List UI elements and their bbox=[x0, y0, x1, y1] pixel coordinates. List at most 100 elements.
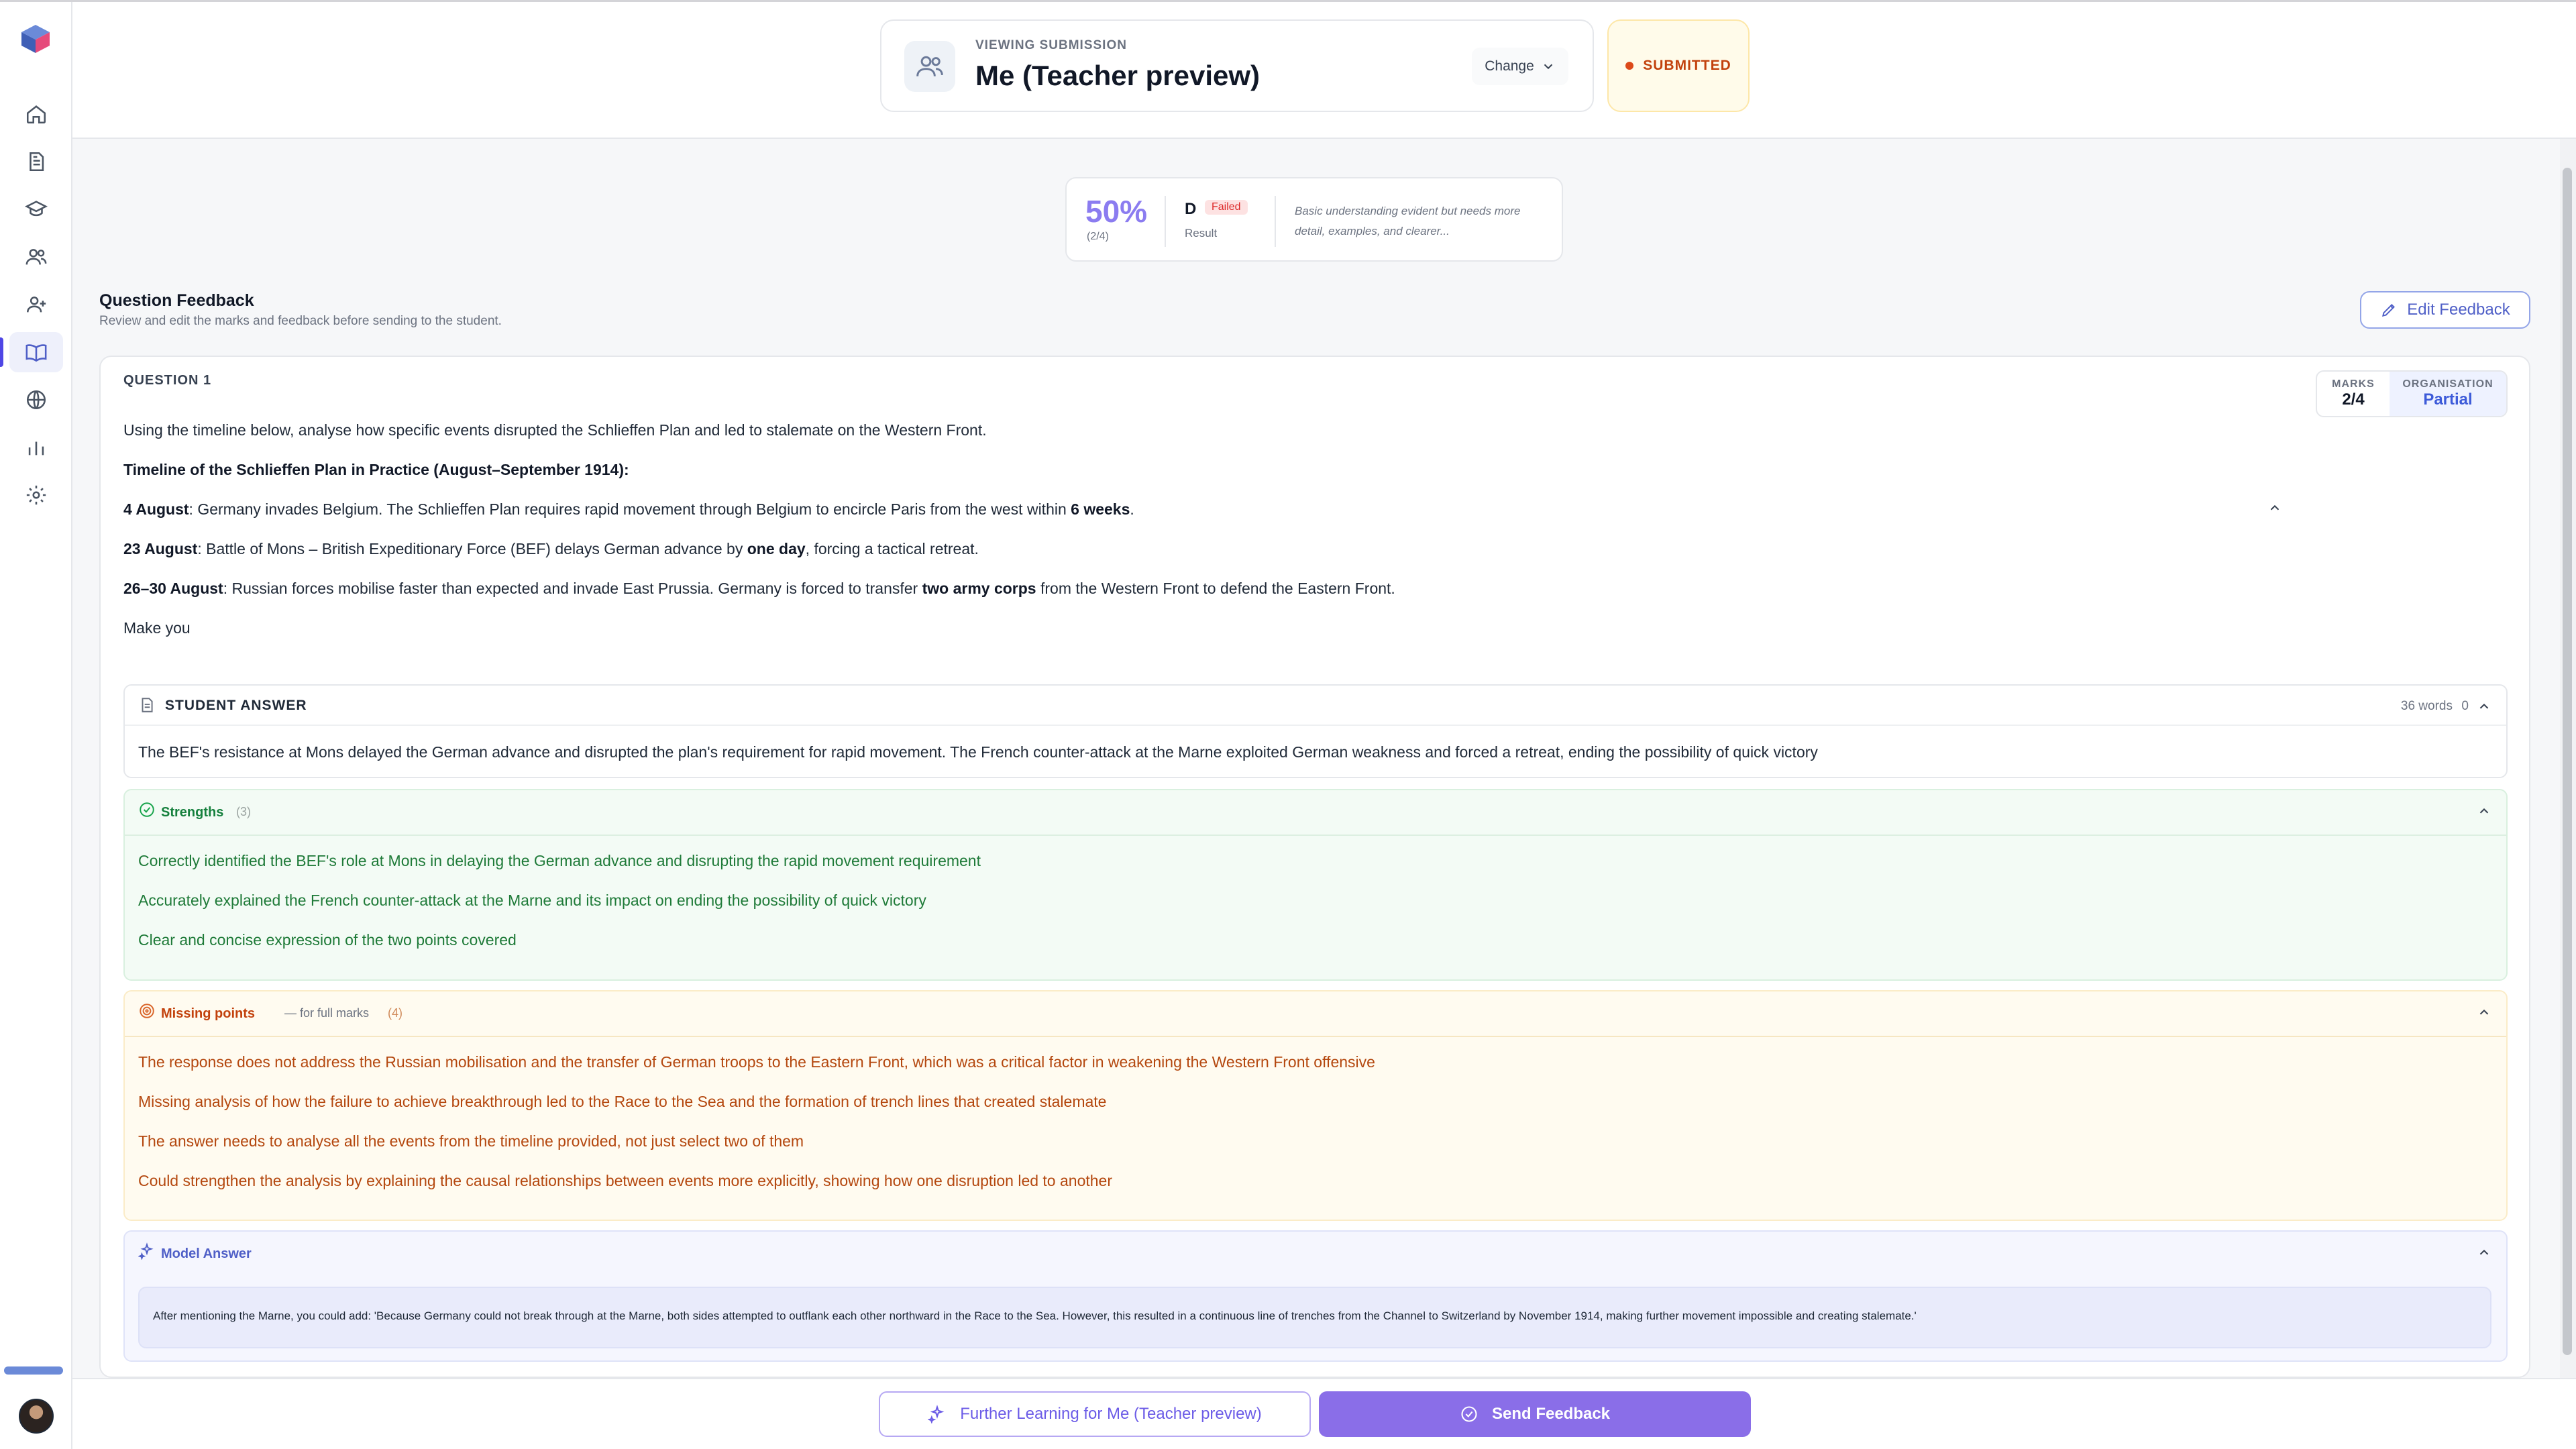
further-learning-label: Further Learning for Me (Teacher preview… bbox=[960, 1405, 1262, 1423]
question-feedback-subtitle: Review and edit the marks and feedback b… bbox=[99, 314, 502, 328]
strength-item: Clear and concise expression of the two … bbox=[138, 931, 517, 949]
chevron-up-icon[interactable] bbox=[2477, 1005, 2491, 1020]
strengths-panel: Strengths (3) Correctly identified the B… bbox=[123, 789, 2508, 981]
timeline-text: from the Western Front to defend the Eas… bbox=[1036, 580, 1395, 597]
score-summary-card: 50% (2/4) D Failed Result Basic understa… bbox=[1065, 177, 1563, 262]
sidebar-item-students[interactable] bbox=[9, 237, 63, 277]
timeline-date: 4 August bbox=[123, 500, 189, 518]
model-answer-text: After mentioning the Marne, you could ad… bbox=[153, 1309, 1917, 1322]
missing-points-title: Missing points bbox=[161, 1006, 255, 1021]
score-percent: 50% bbox=[1085, 194, 1148, 229]
status-text: SUBMITTED bbox=[1643, 58, 1731, 73]
grade-letter: D bbox=[1185, 200, 1197, 218]
missing-points-count: (4) bbox=[388, 1006, 402, 1020]
user-plus-icon bbox=[26, 297, 46, 313]
word-count: 36 words bbox=[2400, 699, 2453, 713]
sparkles-icon bbox=[138, 1242, 154, 1260]
further-learning-button[interactable]: Further Learning for Me (Teacher preview… bbox=[879, 1391, 1311, 1437]
marks-label: MARKS bbox=[2332, 378, 2375, 390]
question-number: QUESTION 1 bbox=[123, 373, 212, 388]
timeline-item: 23 August: Battle of Mons – British Expe… bbox=[123, 540, 979, 558]
missing-point-item: The answer needs to analyse all the even… bbox=[138, 1132, 804, 1150]
timeline-emphasis: one day bbox=[747, 540, 806, 557]
model-answer-title: Model Answer bbox=[161, 1246, 252, 1261]
users-icon bbox=[25, 249, 47, 265]
sidebar-item-library[interactable] bbox=[0, 332, 63, 372]
question-trailing-text: Make you bbox=[123, 619, 191, 637]
timeline-date: 26–30 August bbox=[123, 580, 223, 597]
change-student-button[interactable]: Change bbox=[1472, 48, 1568, 85]
question-feedback-title: Question Feedback bbox=[99, 291, 254, 310]
sidebar-item-courses[interactable] bbox=[9, 189, 63, 229]
student-answer-title: STUDENT ANSWER bbox=[165, 698, 307, 713]
submission-status-badge: SUBMITTED bbox=[1607, 19, 1750, 112]
sidebar-item-documents[interactable] bbox=[9, 142, 63, 182]
globe-icon bbox=[26, 390, 46, 410]
bottom-action-bar: Further Learning for Me (Teacher preview… bbox=[72, 1378, 2576, 1449]
viewing-submission-card: VIEWING SUBMISSION Me (Teacher preview) … bbox=[880, 19, 1594, 112]
score-fraction: (2/4) bbox=[1087, 231, 1109, 242]
sidebar-item-explore[interactable] bbox=[9, 380, 63, 420]
divider bbox=[125, 1036, 2506, 1037]
sparkles-icon bbox=[928, 1405, 945, 1424]
timeline-text: : Russian forces mobilise faster than ex… bbox=[223, 580, 922, 597]
timeline-emphasis: 6 weeks bbox=[1071, 500, 1130, 518]
document-icon bbox=[30, 152, 44, 172]
missing-point-item: The response does not address the Russia… bbox=[138, 1053, 1375, 1071]
target-icon bbox=[140, 1004, 154, 1018]
users-icon bbox=[904, 41, 955, 92]
student-answer-header[interactable]: STUDENT ANSWER 36 words 0 bbox=[125, 686, 2506, 726]
user-avatar[interactable] bbox=[19, 1399, 54, 1434]
missing-point-item: Missing analysis of how the failure to a… bbox=[138, 1093, 1107, 1110]
divider bbox=[1165, 196, 1166, 247]
timeline-text: , forcing a tactical retreat. bbox=[805, 540, 979, 557]
book-open-icon bbox=[25, 344, 47, 362]
timeline-text: : Battle of Mons – British Expeditionary… bbox=[197, 540, 747, 557]
timeline-date: 23 August bbox=[123, 540, 198, 557]
bar-chart-icon bbox=[28, 441, 44, 455]
timeline-item: 26–30 August: Russian forces mobilise fa… bbox=[123, 580, 1395, 598]
sidebar-item-settings[interactable] bbox=[9, 475, 63, 515]
sidebar bbox=[0, 2, 72, 1449]
organisation-label: ORGANISATION bbox=[2402, 378, 2493, 390]
organisation-cell: ORGANISATION Partial bbox=[2390, 372, 2506, 416]
change-label: Change bbox=[1485, 58, 1534, 74]
missing-points-panel: Missing points — for full marks (4) The … bbox=[123, 990, 2508, 1221]
strengths-count: (3) bbox=[236, 805, 251, 818]
strength-item: Accurately explained the French counter-… bbox=[138, 892, 926, 909]
scrollbar-thumb[interactable] bbox=[2563, 168, 2572, 1355]
sidebar-item-invite[interactable] bbox=[9, 284, 63, 325]
failed-badge: Failed bbox=[1205, 200, 1248, 215]
marks-summary: MARKS 2/4 ORGANISATION Partial bbox=[2316, 370, 2508, 417]
document-icon bbox=[142, 698, 153, 712]
edit-feedback-button[interactable]: Edit Feedback bbox=[2360, 291, 2530, 329]
status-dot bbox=[1625, 62, 1634, 70]
organisation-value: Partial bbox=[2423, 390, 2473, 409]
chevron-up-icon[interactable] bbox=[2477, 1245, 2491, 1260]
edit-feedback-label: Edit Feedback bbox=[2407, 301, 2510, 319]
home-icon bbox=[26, 105, 46, 124]
chevron-up-icon[interactable] bbox=[2477, 699, 2491, 714]
sidebar-item-analytics[interactable] bbox=[9, 427, 63, 468]
timeline-text: : Germany invades Belgium. The Schlieffe… bbox=[189, 500, 1071, 518]
timeline-emphasis: two army corps bbox=[922, 580, 1036, 597]
question-card: QUESTION 1 MARKS 2/4 ORGANISATION Partia… bbox=[99, 356, 2530, 1378]
sidebar-item-home[interactable] bbox=[9, 94, 63, 134]
timeline-item: 4 August: Germany invades Belgium. The S… bbox=[123, 500, 1134, 519]
divider bbox=[1275, 196, 1276, 247]
check-circle-icon bbox=[140, 802, 154, 817]
app-logo[interactable] bbox=[19, 22, 52, 56]
marks-value: 2/4 bbox=[2342, 390, 2365, 409]
student-answer-text: The BEF's resistance at Mons delayed the… bbox=[138, 743, 1818, 761]
divider bbox=[125, 835, 2506, 836]
chevron-down-icon bbox=[1544, 64, 1552, 70]
send-feedback-button[interactable]: Send Feedback bbox=[1319, 1391, 1751, 1437]
viewing-submission-name: Me (Teacher preview) bbox=[975, 60, 1260, 91]
strength-item: Correctly identified the BEF's role at M… bbox=[138, 852, 981, 869]
score-comment: Basic understanding evident but needs mo… bbox=[1295, 205, 1521, 237]
chevron-up-icon[interactable] bbox=[2267, 500, 2282, 515]
chevron-up-icon[interactable] bbox=[2477, 804, 2491, 818]
answer-count: 0 bbox=[2461, 699, 2469, 713]
student-answer-panel: STUDENT ANSWER 36 words 0 The BEF's resi… bbox=[123, 684, 2508, 778]
timeline-text: . bbox=[1130, 500, 1134, 518]
